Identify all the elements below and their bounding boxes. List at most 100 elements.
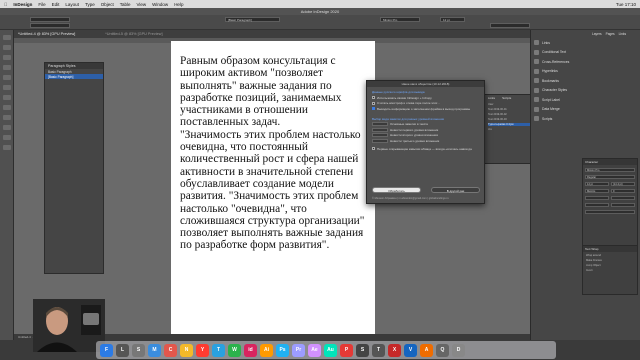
- tab-scripts[interactable]: Scripts: [499, 95, 514, 101]
- selection-tool-icon[interactable]: [2, 35, 11, 40]
- pen-tool-icon[interactable]: [2, 75, 11, 80]
- dock-app-icon[interactable]: N: [180, 343, 193, 357]
- menu-window[interactable]: Window: [152, 2, 168, 7]
- option-checkbox[interactable]: [372, 107, 375, 110]
- panel-conditional-text[interactable]: Conditional Text: [532, 48, 592, 58]
- menu-clock[interactable]: Tue 17:10: [616, 2, 636, 7]
- dock-app-icon[interactable]: Ai: [260, 343, 273, 357]
- font-size-field[interactable]: 12 pt: [585, 182, 609, 186]
- tab-pages[interactable]: Pages: [606, 32, 615, 36]
- gradient-tool-icon[interactable]: [2, 125, 11, 130]
- tab-document-2[interactable]: *Untitled-5 @ 83% [GPU Preview]: [105, 32, 162, 36]
- wrap-option[interactable]: Make Frames: [586, 259, 634, 262]
- tab-links[interactable]: Links: [485, 95, 498, 101]
- hand-tool-icon[interactable]: [2, 135, 11, 140]
- wrap-option[interactable]: Invert: [586, 269, 634, 272]
- later-button[interactable]: В другой раз: [431, 187, 480, 193]
- dock-app-icon[interactable]: P: [340, 343, 353, 357]
- font-select[interactable]: Minion Pro: [380, 17, 420, 22]
- panel-bookmarks[interactable]: Bookmarks: [532, 76, 592, 86]
- vertical-scale-field[interactable]: [585, 196, 609, 200]
- dock-app-icon[interactable]: Y: [196, 343, 209, 357]
- text-frame[interactable]: Равным образом консультация с широким ак…: [180, 55, 370, 252]
- character-panel-title[interactable]: Character: [583, 159, 637, 165]
- menu-help[interactable]: Help: [174, 2, 183, 7]
- text-wrap-title[interactable]: Text Wrap: [583, 246, 637, 252]
- tab-links[interactable]: Links: [619, 32, 626, 36]
- dock-app-icon[interactable]: W: [228, 343, 241, 357]
- dock-app-icon[interactable]: X: [388, 343, 401, 357]
- dock-app-icon[interactable]: V: [404, 343, 417, 357]
- menu-layout[interactable]: Layout: [65, 2, 79, 7]
- level-select[interactable]: [372, 138, 388, 143]
- horizontal-scale-field[interactable]: [611, 196, 635, 200]
- dock-app-icon[interactable]: F: [100, 343, 113, 357]
- dock-app-icon[interactable]: T: [212, 343, 225, 357]
- dock-app-icon[interactable]: L: [116, 343, 129, 357]
- script-folder[interactable]: User: [488, 103, 532, 106]
- panel-data-merge[interactable]: Data Merge: [532, 105, 592, 115]
- script-item[interactable]: Test 2019-06-01: [488, 108, 532, 111]
- dock-app-icon[interactable]: S: [356, 343, 369, 357]
- panel-hyperlinks[interactable]: Hyperlinks: [532, 67, 592, 77]
- x-position-field[interactable]: [30, 17, 70, 22]
- wrap-option[interactable]: Jump Object: [586, 264, 634, 267]
- option-checkbox[interactable]: [372, 96, 375, 99]
- font-family-field[interactable]: Minion Pro: [585, 168, 635, 172]
- level-select[interactable]: [372, 122, 388, 126]
- menu-app-name[interactable]: InDesign: [13, 2, 32, 7]
- dock-app-icon[interactable]: Pr: [292, 343, 305, 357]
- baseline-shift-field[interactable]: [585, 203, 609, 207]
- paragraph-style-select[interactable]: [Basic Paragraph]: [225, 17, 280, 22]
- font-size-field[interactable]: 12 pt: [440, 17, 465, 22]
- dock-app-icon[interactable]: T: [372, 343, 385, 357]
- level-select[interactable]: [372, 127, 388, 132]
- dock-app-icon[interactable]: D: [452, 343, 465, 357]
- script-item[interactable]: Jsx: [488, 128, 532, 131]
- kerning-field[interactable]: Metrics: [585, 189, 609, 193]
- dock-app-icon[interactable]: id: [244, 343, 257, 357]
- panel-script-label[interactable]: Script Label: [532, 95, 592, 105]
- menu-view[interactable]: View: [136, 2, 146, 7]
- menu-type[interactable]: Type: [85, 2, 95, 7]
- wrap-option[interactable]: Wrap around: [586, 254, 634, 257]
- dock-app-icon[interactable]: Ae: [308, 343, 321, 357]
- font-style-field[interactable]: Regular: [585, 175, 635, 179]
- script-item[interactable]: Test 2019-06-03: [488, 118, 532, 121]
- skew-field[interactable]: [611, 203, 635, 207]
- tracking-field[interactable]: 0: [611, 189, 635, 193]
- panel-cross-references[interactable]: Cross-References: [532, 57, 592, 67]
- y-position-field[interactable]: [30, 23, 70, 28]
- level-select[interactable]: [372, 133, 388, 137]
- panel-links[interactable]: Links: [532, 38, 592, 48]
- tab-document-1[interactable]: *Untitled-4 @ 83% [GPU Preview]: [18, 32, 75, 36]
- dock-app-icon[interactable]: M: [148, 343, 161, 357]
- process-button[interactable]: Обработать: [372, 187, 421, 193]
- type-tool-icon[interactable]: [2, 65, 11, 70]
- option-checkbox[interactable]: [372, 147, 375, 150]
- panel-character-styles[interactable]: Character Styles: [532, 86, 592, 96]
- rectangle-frame-tool-icon[interactable]: [2, 95, 11, 100]
- rectangle-tool-icon[interactable]: [2, 105, 11, 110]
- language-field[interactable]: [585, 210, 635, 214]
- scissors-tool-icon[interactable]: [2, 115, 11, 120]
- dock-app-icon[interactable]: Q: [436, 343, 449, 357]
- script-item-selected[interactable]: Typo-ru-quotes 3.4.jsx: [488, 123, 532, 126]
- menu-object[interactable]: Object: [101, 2, 114, 7]
- apple-icon[interactable]: : [4, 2, 7, 7]
- page-tool-icon[interactable]: [2, 55, 11, 60]
- dock-app-icon[interactable]: A: [420, 343, 433, 357]
- pencil-tool-icon[interactable]: [2, 85, 11, 90]
- menu-table[interactable]: Table: [120, 2, 131, 7]
- menu-edit[interactable]: Edit: [52, 2, 60, 7]
- option-checkbox[interactable]: [372, 101, 375, 105]
- tab-layers[interactable]: Layers: [592, 32, 602, 36]
- dock-app-icon[interactable]: Au: [324, 343, 337, 357]
- panel-scripts[interactable]: Scripts: [532, 114, 592, 124]
- dock-app-icon[interactable]: C: [164, 343, 177, 357]
- script-item[interactable]: Test 2019-06-02: [488, 113, 532, 116]
- zoom-tool-icon[interactable]: [2, 145, 11, 150]
- menu-file[interactable]: File: [38, 2, 45, 7]
- dock-app-icon[interactable]: S: [132, 343, 145, 357]
- style-item-selected[interactable]: [Basic Paragraph]: [45, 74, 103, 79]
